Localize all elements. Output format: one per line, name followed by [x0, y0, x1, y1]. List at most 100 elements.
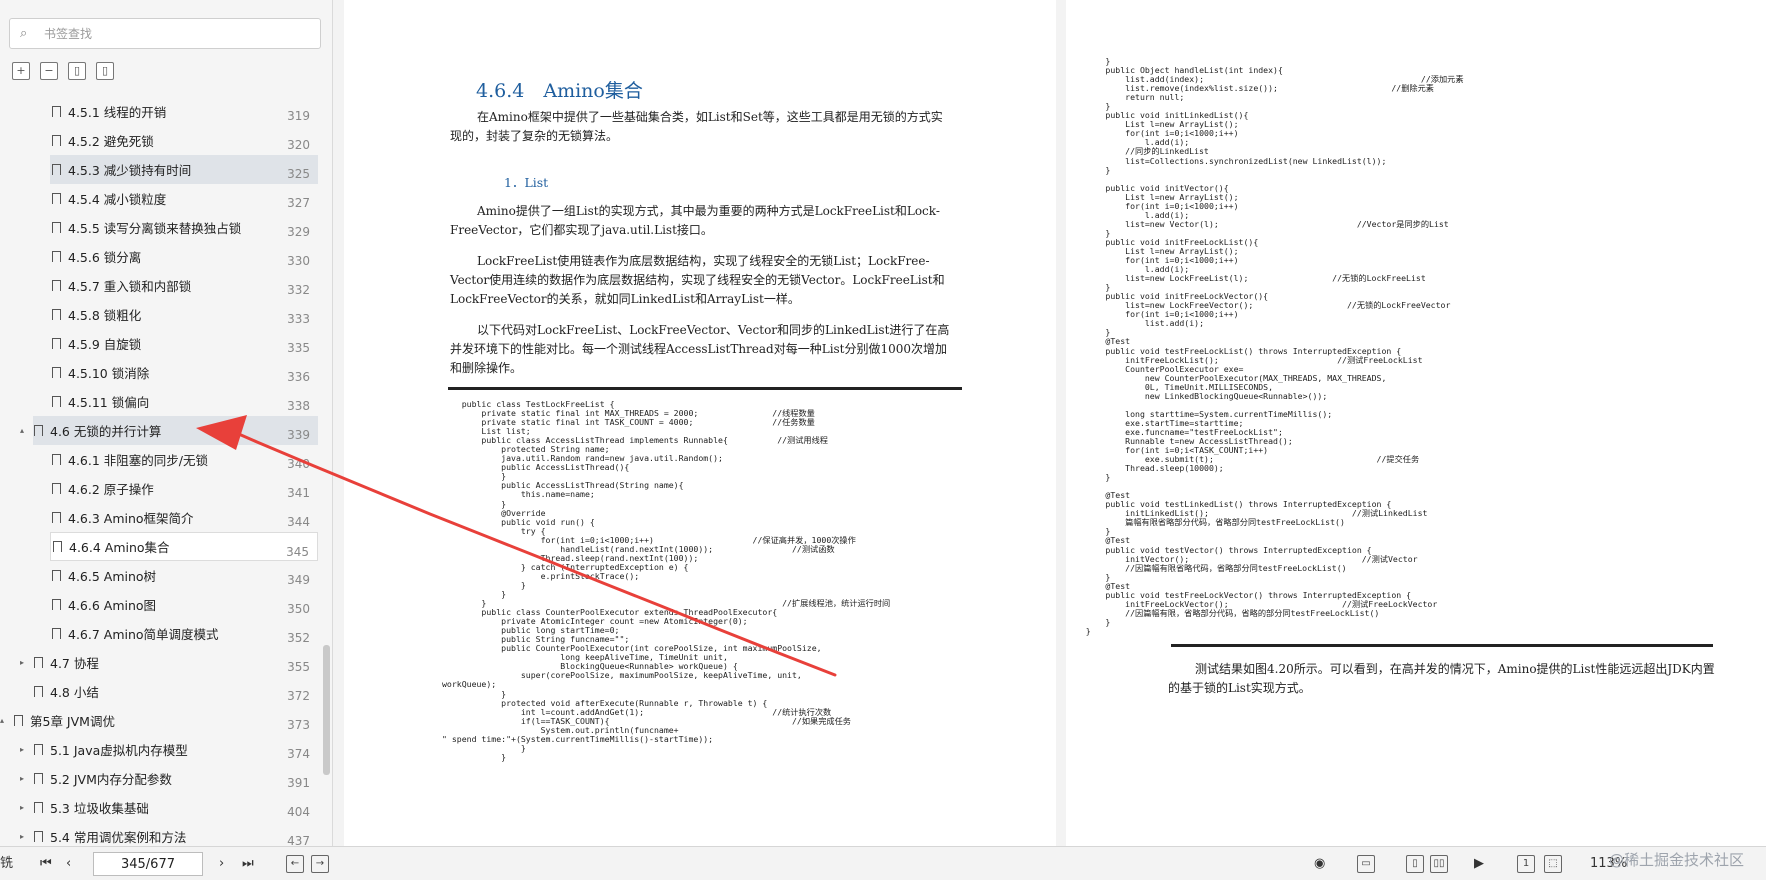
toc-item-label: 4.6 无锁的并行计算 — [50, 424, 162, 439]
bookmark-sidebar: ⌕ + − ▯ ▯ 4.5.1 线程的开销3194.5.2 避免死锁3204.5… — [0, 0, 333, 848]
fit-width-icon[interactable]: ▭ — [1357, 855, 1375, 873]
expand-toggle-icon[interactable]: ▸ — [20, 832, 30, 841]
bookmark-icon — [52, 367, 61, 378]
toc-item[interactable]: 4.5.2 避免死锁 320 — [50, 126, 318, 155]
toc-item-label: 4.7 协程 — [50, 656, 99, 671]
toc-item-label: 4.5.6 锁分离 — [68, 250, 142, 265]
toc-item-label: 4.5.11 锁偏向 — [68, 395, 150, 410]
expand-toggle-icon[interactable]: ▸ — [20, 745, 30, 754]
bookmark-search-input[interactable] — [44, 26, 304, 41]
toc-item[interactable]: 4.5.7 重入锁和内部锁 332 — [50, 271, 318, 300]
toc-item[interactable]: 4.5.4 减小锁粒度 327 — [50, 184, 318, 213]
bookmark-icon — [52, 280, 61, 291]
toc-item[interactable]: 4.5.1 线程的开销 319 — [50, 97, 318, 126]
bookmark-icon — [52, 309, 61, 320]
expand-toggle-icon[interactable]: ▴ — [0, 716, 10, 725]
toc-item[interactable]: ▴ 4.6 无锁的并行计算 339 — [20, 416, 318, 445]
toc-item-page: 339 — [287, 428, 310, 442]
search-icon: ⌕ — [20, 25, 28, 41]
toc-item[interactable]: 4.6.6 Amino图 350 — [50, 590, 318, 619]
toc-item-label: 4.6.3 Amino框架简介 — [68, 511, 194, 526]
toc-item-page: 329 — [287, 225, 310, 239]
bookmark-icon — [34, 425, 43, 436]
bookmark-icon — [52, 454, 61, 465]
toc-item[interactable]: 4.6.1 非阻塞的同步/无锁 340 — [50, 445, 318, 474]
toc-item-page: 355 — [287, 660, 310, 674]
actual-size-icon[interactable]: 1 — [1517, 855, 1535, 873]
add-bookmark-icon[interactable]: ▯ — [68, 62, 86, 80]
bookmark-icon — [52, 396, 61, 407]
toc-item[interactable]: 4.6.7 Amino简单调度模式 352 — [50, 619, 318, 648]
bookmark-icon — [34, 686, 43, 697]
toc-item[interactable]: 4.5.5 读写分离锁来替换独占锁 329 — [50, 213, 318, 242]
single-page-icon[interactable]: ▯ — [1406, 855, 1424, 873]
toc-item[interactable]: ▸ 4.7 协程 355 — [20, 648, 318, 677]
bookmark-icon — [34, 802, 43, 813]
next-page-icon[interactable]: › — [219, 855, 224, 873]
toc-item-label: 4.6.7 Amino简单调度模式 — [68, 627, 219, 642]
bookmark-icon — [52, 193, 61, 204]
expand-toggle-icon[interactable]: ▸ — [20, 803, 30, 812]
play-icon[interactable]: ▶ — [1474, 855, 1484, 873]
toc-item[interactable]: 4.5.10 锁消除 336 — [50, 358, 318, 387]
two-page-icon[interactable]: ▯▯ — [1430, 855, 1448, 873]
sidebar-scrollbar[interactable] — [323, 645, 330, 775]
toc-item-page: 341 — [287, 486, 310, 500]
toc-item-label: 4.5.7 重入锁和内部锁 — [68, 279, 192, 294]
toc-item[interactable]: ▴ 第5章 JVM调优 373 — [0, 706, 318, 735]
bookmark-icon — [52, 628, 61, 639]
code-top-rule — [448, 387, 962, 390]
expand-all-icon[interactable]: + — [12, 62, 30, 80]
toc-item[interactable]: 4.6.4 Amino集合 345 — [50, 532, 318, 561]
last-page-icon[interactable]: ⏭ — [242, 855, 254, 873]
expand-toggle-icon[interactable]: ▸ — [20, 774, 30, 783]
bookmark-icon — [34, 773, 43, 784]
toc-item[interactable]: 4.6.3 Amino框架简介 344 — [50, 503, 318, 532]
toc-item[interactable]: 4.5.8 锁粗化 333 — [50, 300, 318, 329]
toc-item-page: 327 — [287, 196, 310, 210]
bookmark-icon — [34, 831, 43, 842]
page-number-input[interactable] — [93, 852, 203, 876]
bookmark-icon — [52, 483, 61, 494]
toc-item-label: 4.5.1 线程的开销 — [68, 105, 167, 120]
expand-toggle-icon[interactable]: ▴ — [20, 426, 30, 435]
toc-item[interactable]: 4.5.6 锁分离 330 — [50, 242, 318, 271]
toc-item[interactable]: ▸ 5.3 垃圾收集基础 404 — [20, 793, 318, 822]
toc-item-page: 330 — [287, 254, 310, 268]
toc-item-page: 344 — [287, 515, 310, 529]
toc-item[interactable]: 4.5.3 减少锁持有时间 325 — [50, 155, 318, 184]
collapse-all-icon[interactable]: − — [40, 62, 58, 80]
back-icon[interactable]: ← — [286, 855, 304, 873]
pdf-page-right: } public Object handleList(int index){ l… — [1066, 0, 1766, 846]
prev-page-icon[interactable]: ‹ — [66, 855, 71, 873]
toc-item-page: 320 — [287, 138, 310, 152]
toc-item[interactable]: 4.5.9 自旋锁 335 — [50, 329, 318, 358]
watermark: @稀土掘金技术社区 — [1608, 851, 1744, 869]
toc-item-page: 349 — [287, 573, 310, 587]
toc-item[interactable]: 4.6.2 原子操作 341 — [50, 474, 318, 503]
toc-item-label: 5.1 Java虚拟机内存模型 — [50, 743, 188, 758]
bookmark-icon — [53, 541, 62, 552]
expand-toggle-icon[interactable]: ▸ — [20, 658, 30, 667]
result-paragraph: 测试结果如图4.20所示。可以看到，在高并发的情况下，Amino提供的List性… — [1168, 662, 1715, 695]
toc-item[interactable]: 4.8 小结 372 — [33, 677, 318, 706]
toc-item[interactable]: 4.6.5 Amino树 349 — [50, 561, 318, 590]
first-page-icon[interactable]: ⏮ — [40, 855, 52, 873]
bookmark-icon — [52, 512, 61, 523]
toc-item-label: 第5章 JVM调优 — [30, 714, 115, 729]
toc-item-label: 4.6.4 Amino集合 — [69, 540, 170, 555]
bookmark-icon — [52, 164, 61, 175]
toc-item[interactable]: ▸ 5.1 Java虚拟机内存模型 374 — [20, 735, 318, 764]
eye-icon[interactable]: ◉ — [1314, 855, 1325, 873]
toc-item[interactable]: 4.5.11 锁偏向 338 — [50, 387, 318, 416]
bookmark-search-box[interactable]: ⌕ — [9, 18, 321, 49]
toc-item-label: 4.5.10 锁消除 — [68, 366, 150, 381]
bookmark-toolbar: + − ▯ ▯ — [12, 62, 114, 82]
bookmark-icon[interactable]: ▯ — [96, 62, 114, 80]
toc-item-label: 4.8 小结 — [50, 685, 99, 700]
fit-page-icon[interactable]: ⬚ — [1544, 855, 1562, 873]
toc-item[interactable]: ▸ 5.2 JVM内存分配参数 391 — [20, 764, 318, 793]
toc-item-page: 352 — [287, 631, 310, 645]
list-paragraph-3: 以下代码对LockFreeList、LockFreeVector、Vector和… — [450, 323, 950, 375]
forward-icon[interactable]: → — [311, 855, 329, 873]
